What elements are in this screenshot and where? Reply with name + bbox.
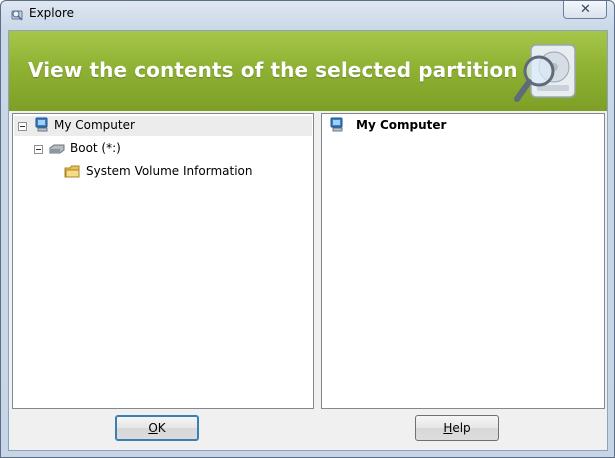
contents-list[interactable]: My Computer — [321, 113, 605, 409]
explore-window: Explore ✕ View the contents of the selec… — [0, 0, 615, 458]
tree-item-label: My Computer — [54, 118, 135, 132]
tree-item-label: System Volume Information — [86, 164, 253, 178]
help-button[interactable]: Help — [415, 415, 499, 441]
dialog-body: View the contents of the selected partit… — [8, 30, 608, 451]
folder-tree[interactable]: My Computer Boot (*:) System Volume Info… — [12, 113, 314, 409]
ok-label-rest: K — [157, 421, 166, 435]
computer-icon — [35, 117, 48, 132]
collapse-icon[interactable] — [18, 122, 27, 131]
banner-heading: View the contents of the selected partit… — [28, 58, 518, 82]
list-item-my-computer[interactable]: My Computer — [328, 116, 528, 136]
tree-item-label: Boot (*:) — [70, 141, 121, 155]
close-icon: ✕ — [580, 2, 591, 17]
header-banner: View the contents of the selected partit… — [9, 31, 607, 111]
list-item-label: My Computer — [356, 118, 447, 132]
app-icon — [11, 10, 23, 21]
computer-icon — [330, 117, 343, 132]
collapse-icon[interactable] — [34, 145, 43, 154]
tree-item-my-computer[interactable]: My Computer — [14, 116, 312, 136]
tree-item-system-volume-information[interactable]: System Volume Information — [14, 162, 274, 182]
drive-icon — [49, 144, 65, 154]
folder-icon — [64, 165, 80, 178]
title-bar[interactable]: Explore ✕ — [1, 1, 614, 29]
close-button[interactable]: ✕ — [563, 1, 607, 19]
ok-button[interactable]: OK — [115, 415, 199, 441]
tree-item-boot[interactable]: Boot (*:) — [14, 139, 214, 159]
help-label-rest: elp — [452, 421, 471, 435]
help-mnemonic: H — [443, 421, 453, 435]
disk-magnifier-icon — [514, 44, 576, 102]
ok-mnemonic: O — [148, 421, 158, 435]
window-title: Explore — [29, 6, 75, 20]
